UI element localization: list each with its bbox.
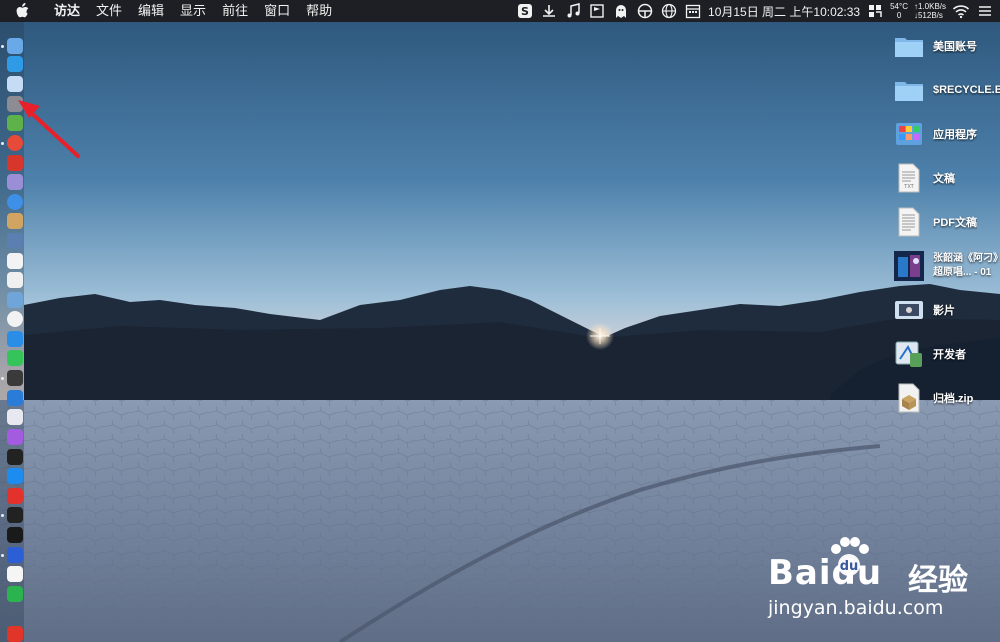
desktop-item[interactable]: 应用程序: [894, 116, 1000, 152]
desktop-item[interactable]: 美国账号: [894, 28, 1000, 64]
preview-icon[interactable]: [7, 233, 23, 249]
desktop-item-label-line2: 超原唱... - 01: [933, 267, 992, 278]
menu-view[interactable]: 显示: [172, 0, 214, 22]
apple-tv-icon[interactable]: [7, 449, 23, 465]
running-indicator: [1, 554, 4, 557]
photos-icon[interactable]: [7, 311, 23, 327]
itunes-icon[interactable]: [7, 409, 23, 425]
vpn-icon[interactable]: [7, 547, 23, 563]
grid-icon[interactable]: [866, 2, 884, 20]
menu-window[interactable]: 窗口: [256, 0, 298, 22]
video-thumbnail-icon: [894, 251, 924, 281]
svg-text:TXT: TXT: [903, 184, 914, 190]
annotation-arrow: [18, 100, 80, 158]
network-speed-readout[interactable]: ↑1.0KB/s ↓512B/s: [914, 2, 946, 20]
desktop-item-label: 开发者: [933, 349, 966, 361]
desktop-item-label: 文稿: [933, 173, 955, 185]
calendar-icon[interactable]: [7, 272, 23, 288]
download-icon[interactable]: [540, 2, 558, 20]
app-store-icon[interactable]: [7, 468, 23, 484]
status-bar: S 10月15日 周二 上午10:02:33 54°C 0 ↑1.0KB/s ↓…: [516, 0, 1000, 22]
messages-icon[interactable]: [7, 331, 23, 347]
running-indicator: [1, 377, 4, 380]
svg-text:S: S: [521, 5, 529, 18]
list-menu-icon[interactable]: [976, 2, 994, 20]
running-indicator: [1, 514, 4, 517]
yandex-icon[interactable]: [7, 566, 23, 582]
desktop-item[interactable]: 张韶涵《阿刁》 超原唱... - 01: [894, 248, 1000, 284]
developer-folder-icon: [894, 339, 924, 369]
facetime-icon[interactable]: [7, 586, 23, 602]
menu-bar: 访达 文件 编辑 显示 前往 窗口 帮助 S 10月15日 周二 上午10:02…: [0, 0, 1000, 22]
maps-icon[interactable]: [7, 292, 23, 308]
screenshot-icon[interactable]: [7, 370, 23, 386]
menu-edit[interactable]: 编辑: [130, 0, 172, 22]
terminal-icon[interactable]: [7, 507, 23, 523]
fan-text: 0: [896, 11, 902, 20]
wifi-icon[interactable]: [952, 2, 970, 20]
svg-text:du: du: [840, 559, 859, 574]
zip-archive-icon: [894, 383, 924, 413]
wechat-icon[interactable]: [7, 350, 23, 366]
desktop-item-label: $RECYCLE.BIN: [933, 84, 1000, 96]
upload-speed-text: ↑1.0KB/s: [913, 2, 946, 11]
folder-icon: [894, 75, 924, 105]
desktop: 访达 文件 编辑 显示 前往 窗口 帮助 S 10月15日 周二 上午10:02…: [0, 0, 1000, 642]
desktop-item[interactable]: TXT 文稿: [894, 160, 1000, 196]
sogou-input-icon[interactable]: S: [516, 2, 534, 20]
pdf-document-icon: [894, 207, 924, 237]
weibo-icon[interactable]: [7, 626, 23, 642]
desktop-item-label-line1: 张韶涵《阿刁》: [933, 253, 1000, 264]
paw-logo-icon: du: [831, 537, 869, 576]
ghost-icon[interactable]: [612, 2, 630, 20]
applications-folder-icon: [894, 119, 924, 149]
menu-help[interactable]: 帮助: [298, 0, 340, 22]
notes-icon[interactable]: [7, 213, 23, 229]
clock-text[interactable]: 10月15日 周二 上午10:02:33: [708, 3, 860, 20]
calendar-icon[interactable]: [684, 2, 702, 20]
watermark-sub: 经验: [908, 563, 968, 598]
steering-icon[interactable]: [636, 2, 654, 20]
temperature-text: 54°C: [890, 2, 908, 11]
menu-go[interactable]: 前往: [214, 0, 256, 22]
safari-icon[interactable]: [7, 194, 23, 210]
desktop-item[interactable]: 影片: [894, 292, 1000, 328]
podcasts-icon[interactable]: [7, 429, 23, 445]
desktop-item-label: 影片: [933, 305, 955, 317]
desktop-item[interactable]: $RECYCLE.BIN: [894, 72, 1000, 108]
keynote-icon[interactable]: [7, 390, 23, 406]
desktop-item[interactable]: PDF文稿: [894, 204, 1000, 240]
desktop-item-label: 应用程序: [933, 129, 977, 141]
folder-icon: [894, 31, 924, 61]
movies-folder-icon: [894, 295, 924, 325]
baidu-jingyan-watermark: Baidu du 经验 jingyan.baidu.com: [768, 535, 988, 625]
flag-icon[interactable]: [588, 2, 606, 20]
download-speed-text: ↓512B/s: [913, 11, 943, 20]
desktop-item[interactable]: 开发者: [894, 336, 1000, 372]
desktop-item-label: 归档.zip: [933, 393, 974, 405]
desktop-item-label: PDF文稿: [933, 217, 977, 229]
music-note-icon[interactable]: [564, 2, 582, 20]
reminders-icon[interactable]: [7, 253, 23, 269]
desktop-item-label: 张韶涵《阿刁》 超原唱... - 01: [933, 252, 1000, 280]
desktop-item[interactable]: 归档.zip: [894, 380, 1000, 416]
watermark-url: jingyan.baidu.com: [768, 597, 944, 619]
globe-icon[interactable]: [660, 2, 678, 20]
temperature-readout[interactable]: 54°C 0: [890, 2, 908, 20]
vivaldi-icon[interactable]: [7, 488, 23, 504]
activity-monitor-icon[interactable]: [7, 527, 23, 543]
desktop-item-label: 美国账号: [933, 41, 977, 53]
text-document-icon: TXT: [894, 163, 924, 193]
